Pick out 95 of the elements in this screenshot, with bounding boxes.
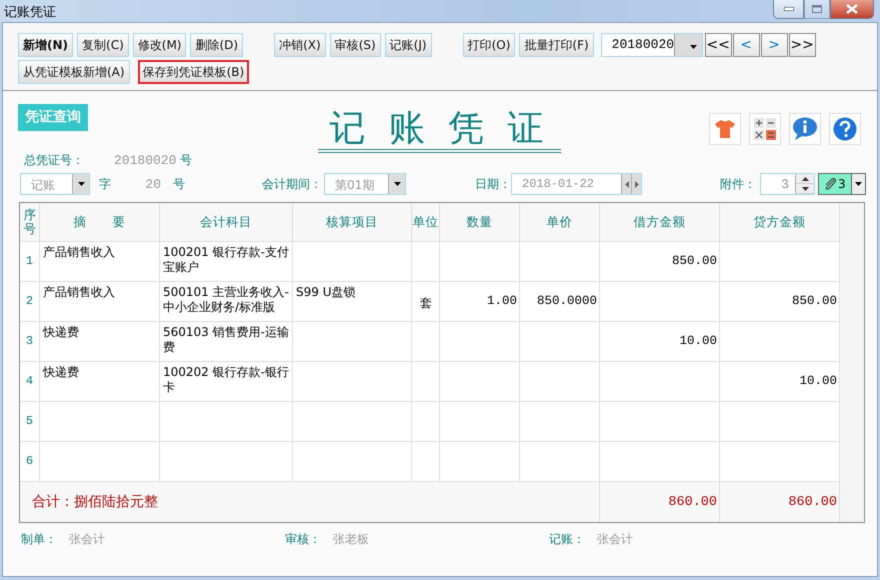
table-cell: 快递费 xyxy=(40,362,160,402)
table-cell: 快递费 xyxy=(40,322,160,362)
calculator-icon xyxy=(754,118,776,140)
nav-button[interactable]: >> xyxy=(788,33,816,57)
minimize-icon xyxy=(784,7,794,11)
toolbar-button[interactable]: 删除(D) xyxy=(190,33,244,57)
field-label: 总凭证号： xyxy=(24,152,85,168)
table-cell: 500101 主营业务收入-中小企业财务/标准版 xyxy=(160,282,293,322)
info-bubble-icon xyxy=(792,117,818,141)
toolbar-button[interactable]: 批量打印(F) xyxy=(519,33,594,57)
field-label: 字 xyxy=(99,176,111,192)
signature-label: 记账： xyxy=(549,531,585,548)
unit-label: 号 xyxy=(173,176,185,192)
nav-button[interactable]: > xyxy=(760,33,788,57)
signature-label: 审核： xyxy=(285,531,321,548)
column-header: 序号 xyxy=(20,203,40,242)
table-cell: 10.00 xyxy=(720,362,840,402)
help-icon xyxy=(833,117,857,141)
shirt-icon xyxy=(715,120,735,138)
row-number: 5 xyxy=(20,402,40,442)
attachment-menu-button[interactable] xyxy=(852,173,866,195)
field-label: 附件： xyxy=(720,176,757,192)
toolbar-button[interactable]: 审核(S) xyxy=(330,33,381,57)
table-cell: 产品销售收入 xyxy=(40,282,160,322)
left-arrow-icon xyxy=(624,180,628,188)
table-cell: 产品销售收入 xyxy=(40,242,160,282)
help-button[interactable] xyxy=(829,113,861,145)
voucher-number: 20 xyxy=(144,176,161,192)
dropdown-arrow-icon xyxy=(394,182,400,186)
table-cell: 10.00 xyxy=(600,322,720,362)
toolbar-button[interactable]: 修改(M) xyxy=(132,33,186,57)
table-cell: S99 U盘锁 xyxy=(293,282,412,322)
table-cell xyxy=(412,362,440,402)
signature-name: 张老板 xyxy=(333,531,369,548)
table-cell: 850.00 xyxy=(600,242,720,282)
dropdown-arrow-icon xyxy=(854,182,862,186)
column-header: 贷方金额 xyxy=(720,203,840,242)
nav-button[interactable]: < xyxy=(732,33,760,57)
column-header: 数量 xyxy=(440,203,520,242)
table-cell: 100201 银行存款-支付宝账户 xyxy=(160,242,293,282)
close-icon xyxy=(846,4,858,14)
voucher-total-number: 20180020 xyxy=(114,152,178,168)
table-cell: 560103 销售费用-运输费 xyxy=(160,322,293,362)
toolbar-button[interactable]: 从凭证模板新增(A) xyxy=(18,60,130,84)
voucher-number-select[interactable]: 20180020 xyxy=(600,33,703,57)
column-header: 单价 xyxy=(520,203,600,242)
table-cell: 套 xyxy=(412,282,440,322)
paperclip-icon xyxy=(824,178,836,190)
column-header: 核算项目 xyxy=(293,203,412,242)
window-title: 记账凭证 xyxy=(3,4,57,22)
row-number: 3 xyxy=(20,322,40,362)
maximize-icon xyxy=(812,5,822,13)
voucher-title: 记 账 凭 证 xyxy=(318,107,561,153)
table-cell: 850.00 xyxy=(720,282,840,322)
toolbar-button[interactable]: 新增(N) xyxy=(18,33,74,57)
signature-name: 张会计 xyxy=(597,531,633,548)
table-cell: 100202 银行存款-银行卡 xyxy=(160,362,293,402)
field-label: 会计期间： xyxy=(262,176,323,192)
down-arrow-icon xyxy=(802,186,808,190)
toolbar-button[interactable]: 打印(O) xyxy=(462,33,516,57)
toolbar-button[interactable]: 冲销(X) xyxy=(274,33,326,57)
toolbar-button[interactable]: 复制(C) xyxy=(77,33,129,57)
minimize-button[interactable] xyxy=(773,0,804,19)
field-label: 日期： xyxy=(475,176,511,192)
calculator-button[interactable] xyxy=(749,113,781,145)
row-number: 4 xyxy=(20,362,40,402)
dropdown-arrow-icon xyxy=(78,182,84,186)
table-cell xyxy=(412,402,440,442)
row-number: 2 xyxy=(20,282,40,322)
column-header: 摘 要 xyxy=(40,203,160,242)
column-header: 借方金额 xyxy=(600,203,720,242)
table-cell xyxy=(412,242,440,282)
info-button[interactable] xyxy=(789,113,821,145)
attachment-count: 3 xyxy=(838,177,846,191)
unit-label: 号 xyxy=(180,152,192,168)
total-credit: 860.00 xyxy=(720,482,840,522)
toolbar-button[interactable]: 记账(J) xyxy=(384,33,432,57)
right-arrow-icon xyxy=(634,180,638,188)
table-cell: 1.00 xyxy=(440,282,520,322)
up-arrow-icon xyxy=(802,176,808,180)
dropdown-arrow-icon xyxy=(690,44,697,48)
column-header: 单位 xyxy=(412,203,440,242)
voucher-query-badge: 凭证查询 xyxy=(18,104,88,131)
row-number: 1 xyxy=(20,242,40,282)
column-header: 会计科目 xyxy=(160,203,293,242)
signature-name: 张会计 xyxy=(69,531,105,548)
total-label: 合计：捌佰陆拾元整 xyxy=(20,482,600,522)
nav-button[interactable]: << xyxy=(704,33,732,57)
table-cell: 850.0000 xyxy=(520,282,600,322)
toolbar-button[interactable]: 保存到凭证模板(B) xyxy=(138,60,250,84)
signature-label: 制单： xyxy=(21,531,57,548)
table-cell xyxy=(412,322,440,362)
close-button[interactable] xyxy=(830,0,874,19)
total-debit: 860.00 xyxy=(600,482,720,522)
skin-button[interactable] xyxy=(709,113,741,145)
